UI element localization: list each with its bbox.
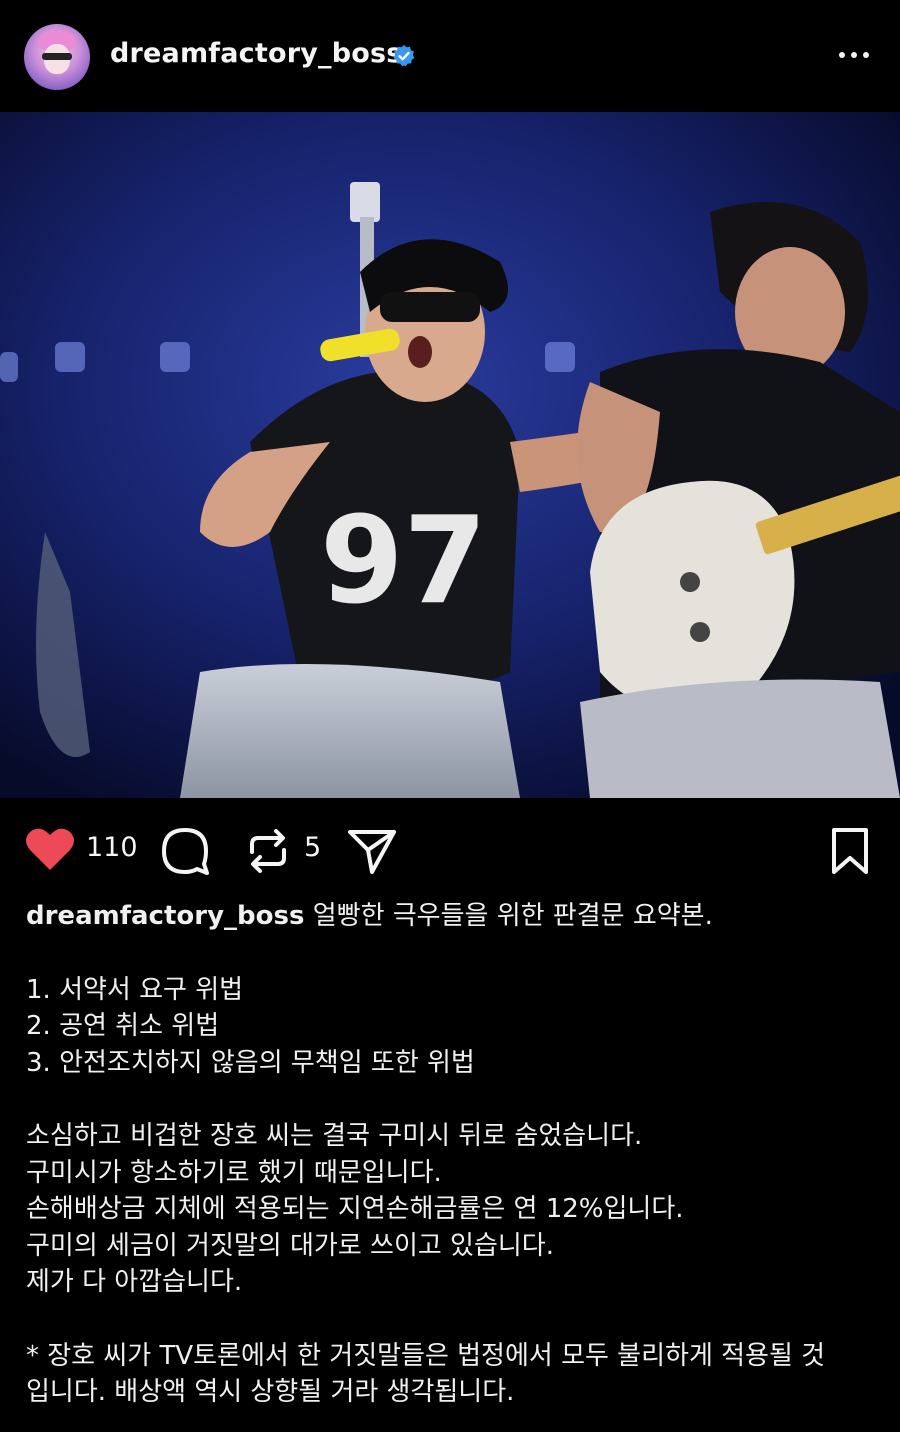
caption-note-line: * 장호 씨가 TV토론에서 한 거짓말들은 법정에서 모두 불리하게 적용될 … bbox=[26, 1340, 826, 1371]
post-actions: 110 5 bbox=[0, 810, 900, 890]
share-icon[interactable] bbox=[346, 826, 398, 876]
caption-paragraph-line: 제가 다 아깝습니다. bbox=[26, 1267, 243, 1297]
caption-paragraph-line: 구미시가 항소하기로 했기 때문입니다. bbox=[26, 1157, 442, 1188]
post-header: dreamfactory_boss bbox=[0, 0, 900, 112]
bookmark-icon[interactable] bbox=[830, 826, 870, 876]
like-count[interactable]: 110 bbox=[86, 832, 138, 863]
more-options-icon[interactable] bbox=[836, 40, 872, 70]
repost-icon[interactable] bbox=[244, 826, 292, 876]
comment-icon[interactable] bbox=[160, 826, 210, 876]
verified-badge-icon bbox=[393, 45, 415, 67]
repost-count[interactable]: 5 bbox=[304, 832, 321, 863]
post-caption: dreamfactory_boss 얼빵한 극우들을 위한 판결문 요약본. 1… bbox=[26, 898, 886, 1411]
concert-photo: 97 bbox=[0, 112, 900, 798]
post-photo[interactable]: 97 bbox=[0, 112, 900, 798]
heart-icon[interactable] bbox=[24, 826, 76, 872]
caption-intro-text: 얼빵한 극우들을 위한 판결문 요약본. bbox=[304, 901, 713, 931]
post-username[interactable]: dreamfactory_boss bbox=[110, 38, 403, 69]
caption-paragraph-line: 구미의 세금이 거짓말의 대가로 쓰이고 있습니다. bbox=[26, 1230, 554, 1261]
caption-list-item: 1. 서약서 요구 위법 bbox=[26, 974, 244, 1005]
caption-username[interactable]: dreamfactory_boss bbox=[26, 901, 304, 931]
caption-list-item: 3. 안전조치하지 않음의 무책임 또한 위법 bbox=[26, 1047, 475, 1078]
profile-avatar[interactable] bbox=[24, 24, 90, 90]
caption-paragraph-line: 손해배상금 지체에 적용되는 지연손해금률은 연 12%입니다. bbox=[26, 1194, 684, 1224]
caption-paragraph-line: 소심하고 비겁한 장호 씨는 결국 구미시 뒤로 숨었습니다. bbox=[26, 1121, 643, 1151]
jersey-number: 97 bbox=[320, 492, 487, 631]
caption-list-item: 2. 공연 취소 위법 bbox=[26, 1011, 220, 1041]
avatar-glasses bbox=[42, 53, 72, 60]
caption-intro: dreamfactory_boss 얼빵한 극우들을 위한 판결문 요약본. bbox=[26, 898, 886, 935]
caption-note-line: 입니다. 배상액 역시 상향될 거라 생각됩니다. bbox=[26, 1377, 515, 1407]
